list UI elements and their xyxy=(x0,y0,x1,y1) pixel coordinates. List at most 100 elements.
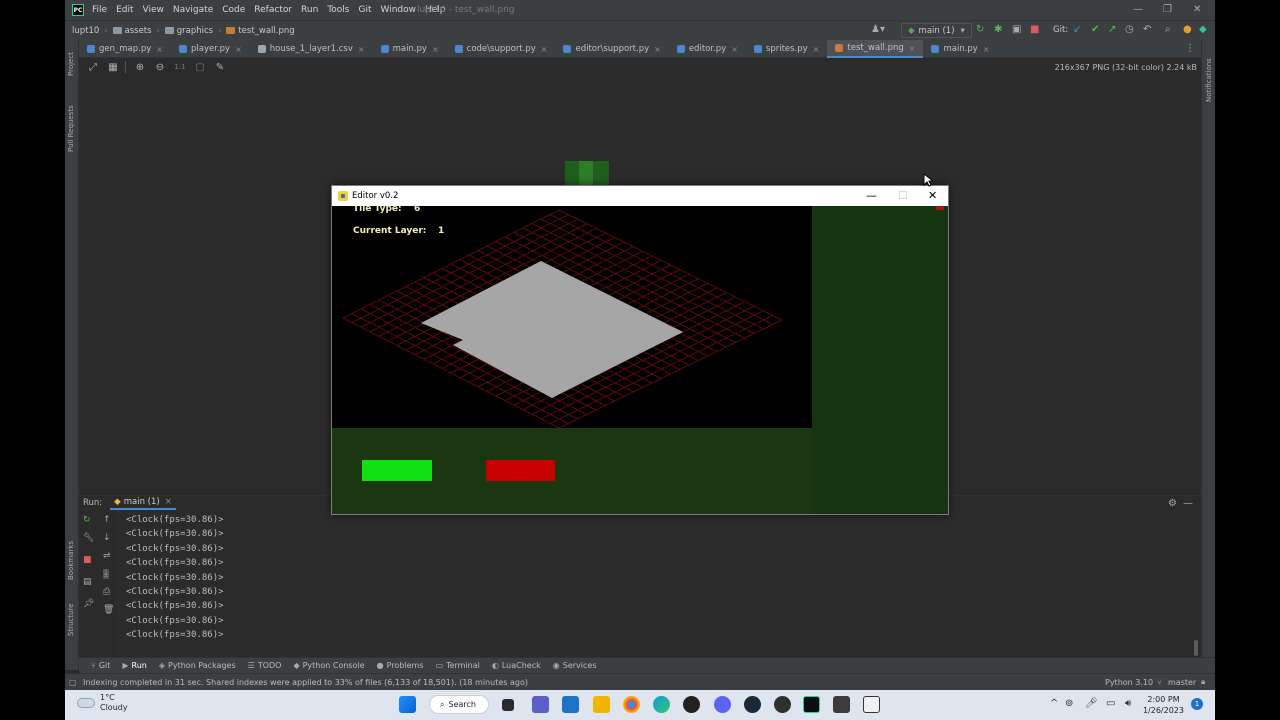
stop-icon[interactable]: ■ xyxy=(1030,24,1039,35)
layout-icon[interactable]: ▤ xyxy=(83,577,92,587)
color-picker-icon[interactable]: ✎ xyxy=(214,62,226,73)
settings-updates-icon[interactable]: ● xyxy=(1183,24,1192,35)
weather-widget[interactable]: 1°C Cloudy xyxy=(77,693,128,713)
run-config-selector[interactable]: ◆ main (1) ▾ xyxy=(901,23,972,38)
tool-terminal[interactable]: ▭ Terminal xyxy=(436,661,480,670)
close-icon[interactable]: × xyxy=(731,45,738,54)
tool-services[interactable]: ◉ Services xyxy=(553,661,597,670)
close-icon[interactable]: × xyxy=(432,45,439,54)
search-icon[interactable]: ⌕ xyxy=(1165,24,1171,35)
menu-run[interactable]: Run xyxy=(301,5,318,15)
zoom-out-icon[interactable]: ⊖ xyxy=(154,62,166,73)
tool-python-packages[interactable]: ◈ Python Packages xyxy=(159,661,236,670)
more-tabs-icon[interactable]: ⋮ xyxy=(1185,40,1195,57)
editor-titlebar[interactable]: Editor v0.2 — ☐ ✕ xyxy=(332,186,948,206)
settings-gear-icon[interactable]: ⚙ xyxy=(1168,498,1177,509)
tile-palette-panel[interactable] xyxy=(812,206,948,514)
rerun-icon[interactable]: ↻ xyxy=(976,24,984,35)
soft-wrap-icon[interactable]: ⇌ xyxy=(103,551,111,561)
microphone-icon[interactable]: 🎤︎ xyxy=(1085,698,1098,709)
grid-icon[interactable]: ▦ xyxy=(107,62,119,73)
history-icon[interactable]: ◷ xyxy=(1125,24,1134,35)
arrow-down-icon[interactable]: ↓ xyxy=(103,533,111,543)
start-icon[interactable] xyxy=(399,696,416,713)
close-icon[interactable]: × xyxy=(909,44,916,53)
debug-icon[interactable]: ✱ xyxy=(994,24,1002,35)
tool-git[interactable]: ⑂ Git xyxy=(91,661,110,670)
close-icon[interactable]: × xyxy=(165,497,172,507)
tab-main-2[interactable]: main.py × xyxy=(923,40,997,58)
menu-view[interactable]: View xyxy=(143,5,164,15)
fit-screen-icon[interactable]: ⤢ xyxy=(87,62,99,73)
minimize-icon[interactable]: — xyxy=(1133,4,1143,15)
user-icon[interactable]: ♟▾ xyxy=(871,24,885,35)
breadcrumb-assets[interactable]: assets xyxy=(112,26,152,36)
app-icon[interactable] xyxy=(833,696,850,713)
tool-run[interactable]: ▶ Run xyxy=(122,661,147,670)
lock-icon[interactable]: 🔒︎ xyxy=(1201,677,1205,687)
tab-editor-support[interactable]: editor\support.py × xyxy=(555,40,668,58)
breadcrumb-file[interactable]: test_wall.png xyxy=(226,26,295,36)
stop-icon[interactable]: ■ xyxy=(83,555,92,565)
tab-main[interactable]: main.py × xyxy=(373,40,447,58)
close-icon[interactable]: × xyxy=(983,45,990,54)
menu-edit[interactable]: Edit xyxy=(116,5,133,15)
hide-panel-icon[interactable]: — xyxy=(1183,498,1193,509)
rollback-icon[interactable]: ↶ xyxy=(1143,24,1151,35)
discord-icon[interactable] xyxy=(714,696,731,713)
coverage-icon[interactable]: ▣ xyxy=(1012,24,1021,35)
tab-house-csv[interactable]: house_1_layer1.csv × xyxy=(250,40,373,58)
network-icon[interactable]: ⊚ xyxy=(1065,698,1073,709)
notification-badge[interactable]: 1 xyxy=(1191,698,1203,710)
pin-icon[interactable]: 📌︎ xyxy=(83,599,94,609)
restore-icon[interactable]: ❐ xyxy=(1163,4,1172,15)
python-interpreter[interactable]: Python 3.10 xyxy=(1105,678,1153,687)
structure-tool-label[interactable]: Structure xyxy=(67,603,75,636)
console-scrollbar[interactable] xyxy=(1194,640,1198,656)
chessboard-icon[interactable]: ▢ xyxy=(194,62,206,73)
store-icon[interactable] xyxy=(562,696,579,713)
tab-player[interactable]: player.py × xyxy=(171,40,250,58)
github-desktop-icon[interactable] xyxy=(683,696,700,713)
steam-icon[interactable] xyxy=(744,696,761,713)
obs-icon[interactable] xyxy=(774,696,791,713)
task-view-icon[interactable] xyxy=(502,699,514,711)
scroll-to-end-icon[interactable]: ⤓ xyxy=(103,569,109,579)
red-tool-button[interactable] xyxy=(486,460,555,481)
chrome-icon[interactable] xyxy=(623,696,640,713)
menu-file[interactable]: File xyxy=(92,5,107,15)
close-icon[interactable]: × xyxy=(541,45,548,54)
edge-icon[interactable] xyxy=(653,696,670,713)
close-icon[interactable]: ✕ xyxy=(928,189,937,202)
git-commit-icon[interactable]: ✔ xyxy=(1091,24,1099,35)
close-icon[interactable]: × xyxy=(235,45,242,54)
status-toggle-icon[interactable]: ▢ xyxy=(69,678,77,687)
tool-problems[interactable]: ● Problems xyxy=(377,661,424,670)
trash-icon[interactable]: 🗑︎ xyxy=(103,605,114,615)
file-explorer-icon[interactable] xyxy=(593,696,610,713)
display-icon[interactable]: ▭ xyxy=(1106,698,1115,709)
menu-refactor[interactable]: Refactor xyxy=(254,5,292,15)
tab-editor[interactable]: editor.py × xyxy=(669,40,746,58)
menu-code[interactable]: Code xyxy=(222,5,245,15)
tool-todo[interactable]: ☰ TODO xyxy=(248,661,282,670)
tool-luacheck[interactable]: ◐ LuaCheck xyxy=(492,661,541,670)
close-icon[interactable]: × xyxy=(654,45,661,54)
pull-requests-tool-label[interactable]: Pull Requests xyxy=(67,105,75,152)
close-icon[interactable]: ✕ xyxy=(1193,4,1201,15)
close-icon[interactable]: × xyxy=(156,45,163,54)
close-icon[interactable]: × xyxy=(358,45,365,54)
editor-canvas[interactable]: Tile Type: 6 Current Layer: 1 xyxy=(332,206,812,428)
breadcrumb-graphics[interactable]: graphics xyxy=(164,26,213,36)
breadcrumb-project[interactable]: lupt10 xyxy=(72,26,99,36)
tab-code-support[interactable]: code\support.py × xyxy=(447,40,556,58)
tab-gen-map[interactable]: gen_map.py × xyxy=(79,40,171,58)
menu-tools[interactable]: Tools xyxy=(327,5,349,15)
notifications-tool-label[interactable]: Notifications xyxy=(1205,58,1213,102)
menu-window[interactable]: Window xyxy=(381,5,417,15)
menu-git[interactable]: Git xyxy=(358,5,371,15)
console-output[interactable]: <Clock(fps=30.86)> <Clock(fps=30.86)> <C… xyxy=(126,513,224,643)
arrow-up-icon[interactable]: ↑ xyxy=(103,515,111,525)
volume-icon[interactable]: 🔊︎ xyxy=(1125,698,1131,709)
pygame-taskbar-icon[interactable] xyxy=(863,696,880,713)
